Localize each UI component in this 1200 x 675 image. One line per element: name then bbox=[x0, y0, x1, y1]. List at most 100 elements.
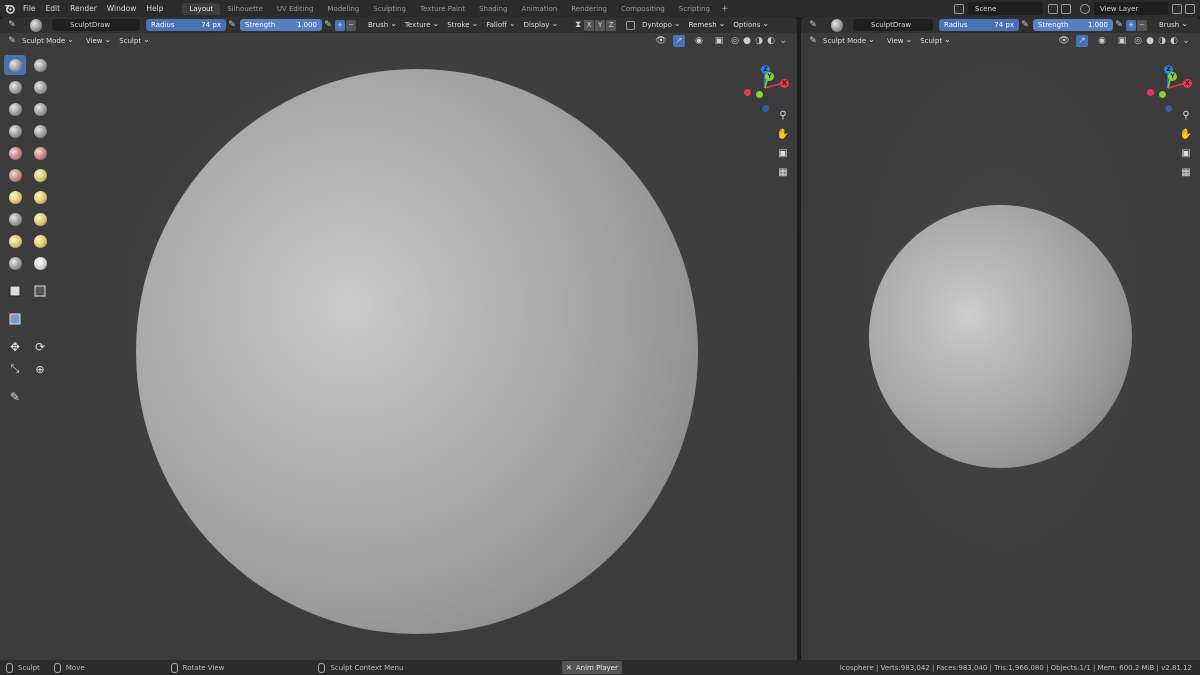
tool-thumb[interactable] bbox=[4, 231, 26, 251]
tool-inflate[interactable] bbox=[29, 99, 51, 119]
scene-icon[interactable] bbox=[954, 3, 964, 14]
tool-clay-strips[interactable] bbox=[29, 77, 51, 97]
gizmo-neg-z[interactable] bbox=[762, 105, 769, 112]
solid-shading-icon[interactable]: ● bbox=[741, 35, 753, 47]
left-viewport[interactable]: ✎ SculptDraw Radius 74 px ✎ Strength 1.000… bbox=[0, 17, 797, 660]
add-workspace-button[interactable]: + bbox=[717, 4, 733, 14]
tool-layer[interactable] bbox=[4, 99, 26, 119]
strength-pressure-icon[interactable]: ✎ bbox=[322, 19, 334, 31]
gizmo-x[interactable]: X bbox=[780, 79, 789, 88]
options-menu[interactable]: Options bbox=[729, 21, 773, 30]
tab-sculpting[interactable]: Sculpting bbox=[366, 3, 413, 15]
rotate-tool-icon[interactable]: ⟳ bbox=[29, 337, 51, 357]
falloff-menu[interactable]: Falloff bbox=[482, 21, 519, 30]
tool-clay[interactable] bbox=[4, 77, 26, 97]
tab-modeling[interactable]: Modeling bbox=[320, 3, 366, 15]
mode-selector[interactable]: Sculpt Mode bbox=[819, 37, 879, 46]
tool-rotate[interactable] bbox=[29, 253, 51, 273]
strength-pressure-icon[interactable]: ✎ bbox=[1113, 19, 1125, 31]
dyntopo-menu[interactable]: Dyntopo bbox=[638, 21, 684, 30]
scale-tool-icon[interactable]: ⤡ bbox=[4, 359, 26, 379]
menu-render[interactable]: Render bbox=[65, 4, 102, 13]
overlay-toggle-icon[interactable]: ◉ bbox=[693, 35, 705, 47]
brush-preview-icon[interactable] bbox=[831, 18, 843, 32]
strength-field[interactable]: Strength 1.000 bbox=[1033, 19, 1113, 31]
camera-icon[interactable]: ▣ bbox=[1179, 146, 1193, 160]
material-shading-icon[interactable]: ◑ bbox=[1156, 35, 1168, 47]
scene-field[interactable]: Scene bbox=[968, 2, 1043, 15]
tool-blob[interactable] bbox=[4, 121, 26, 141]
tool-smooth[interactable] bbox=[4, 143, 26, 163]
new-view-layer-icon[interactable] bbox=[1172, 3, 1182, 14]
sculpt-menu[interactable]: Sculpt bbox=[115, 37, 154, 46]
dyntopo-checkbox[interactable] bbox=[626, 20, 636, 30]
solid-shading-icon[interactable]: ● bbox=[1144, 35, 1156, 47]
tool-draw-sharp[interactable] bbox=[29, 55, 51, 75]
brush-name-field[interactable]: SculptDraw bbox=[52, 19, 140, 31]
brush-menu[interactable]: Brush bbox=[1155, 21, 1192, 30]
shading-options-icon[interactable]: ⌄ bbox=[777, 35, 789, 47]
gizmo-neg-x[interactable] bbox=[1147, 89, 1154, 96]
subtract-direction-button[interactable]: − bbox=[1137, 19, 1147, 31]
move-tool-icon[interactable]: ✥ bbox=[4, 337, 26, 357]
tool-elastic-deform[interactable] bbox=[4, 209, 26, 229]
gizmo-neg-y[interactable] bbox=[1159, 91, 1166, 98]
view-layer-icon[interactable] bbox=[1080, 3, 1090, 14]
tool-crease[interactable] bbox=[29, 121, 51, 141]
strength-field[interactable]: Strength 1.000 bbox=[240, 19, 322, 31]
menu-window[interactable]: Window bbox=[102, 4, 142, 13]
tab-rendering[interactable]: Rendering bbox=[564, 3, 614, 15]
right-viewport[interactable]: ✎ SculptDraw Radius 74 px ✎ Strength 1.000… bbox=[801, 17, 1200, 660]
xray-toggle-icon[interactable]: ▣ bbox=[713, 35, 725, 47]
tab-scripting[interactable]: Scripting bbox=[672, 3, 717, 15]
pan-hand-icon[interactable]: ✋ bbox=[776, 127, 790, 141]
sculpt-sphere-large[interactable] bbox=[136, 69, 698, 634]
tool-scrape[interactable] bbox=[29, 165, 51, 185]
radius-field[interactable]: Radius 74 px bbox=[939, 19, 1019, 31]
view-menu[interactable]: View bbox=[883, 37, 916, 46]
menu-help[interactable]: Help bbox=[141, 4, 168, 13]
object-visibility-icon[interactable]: 👁 bbox=[655, 35, 667, 47]
wireframe-shading-icon[interactable]: ◎ bbox=[729, 35, 741, 47]
menu-edit[interactable]: Edit bbox=[41, 4, 66, 13]
view-menu[interactable]: View bbox=[82, 37, 115, 46]
display-menu[interactable]: Display bbox=[520, 21, 563, 30]
gizmo-y[interactable]: Y bbox=[1168, 72, 1177, 81]
material-shading-icon[interactable]: ◑ bbox=[753, 35, 765, 47]
tab-uv-editing[interactable]: UV Editing bbox=[270, 3, 321, 15]
tool-box-mask[interactable] bbox=[29, 281, 51, 301]
annotate-tool-icon[interactable]: ✎ bbox=[4, 387, 26, 407]
radius-pressure-icon[interactable]: ✎ bbox=[1019, 19, 1031, 31]
mode-selector[interactable]: Sculpt Mode bbox=[18, 37, 78, 46]
tool-draw[interactable] bbox=[4, 55, 26, 75]
subtract-direction-button[interactable]: − bbox=[346, 19, 356, 31]
tool-box-hide[interactable] bbox=[4, 309, 26, 329]
transform-tool-icon[interactable]: ⊕ bbox=[29, 359, 51, 379]
tool-mask[interactable] bbox=[4, 281, 26, 301]
radius-pressure-icon[interactable]: ✎ bbox=[226, 19, 238, 31]
symmetry-x-button[interactable]: X bbox=[584, 19, 595, 31]
tool-flatten[interactable] bbox=[29, 143, 51, 163]
rendered-shading-icon[interactable]: ◐ bbox=[1168, 35, 1180, 47]
navigation-gizmo[interactable]: Z X Y bbox=[740, 63, 790, 113]
shading-options-icon[interactable]: ⌄ bbox=[1180, 35, 1192, 47]
zoom-icon[interactable]: ⚲ bbox=[776, 108, 790, 122]
xray-toggle-icon[interactable]: ▣ bbox=[1116, 35, 1128, 47]
anim-player-button[interactable]: ✕ Anim Player bbox=[562, 661, 622, 674]
zoom-icon[interactable]: ⚲ bbox=[1179, 108, 1193, 122]
tab-animation[interactable]: Animation bbox=[515, 3, 565, 15]
gizmo-toggle-icon[interactable]: ↗ bbox=[673, 35, 685, 47]
remesh-menu[interactable]: Remesh bbox=[685, 21, 730, 30]
symmetry-y-button[interactable]: Y bbox=[595, 19, 606, 31]
delete-view-layer-icon[interactable] bbox=[1185, 3, 1195, 14]
tool-nudge[interactable] bbox=[4, 253, 26, 273]
blender-logo-icon[interactable] bbox=[0, 0, 18, 17]
brush-preview-icon[interactable] bbox=[30, 18, 42, 32]
tab-texture-paint[interactable]: Texture Paint bbox=[413, 3, 472, 15]
grid-toggle-icon[interactable]: ▦ bbox=[1179, 165, 1193, 179]
brush-menu[interactable]: Brush bbox=[364, 21, 401, 30]
add-direction-button[interactable]: + bbox=[1126, 19, 1136, 31]
gizmo-y[interactable]: Y bbox=[765, 72, 774, 81]
add-direction-button[interactable]: + bbox=[335, 19, 345, 31]
radius-field[interactable]: Radius 74 px bbox=[146, 19, 226, 31]
